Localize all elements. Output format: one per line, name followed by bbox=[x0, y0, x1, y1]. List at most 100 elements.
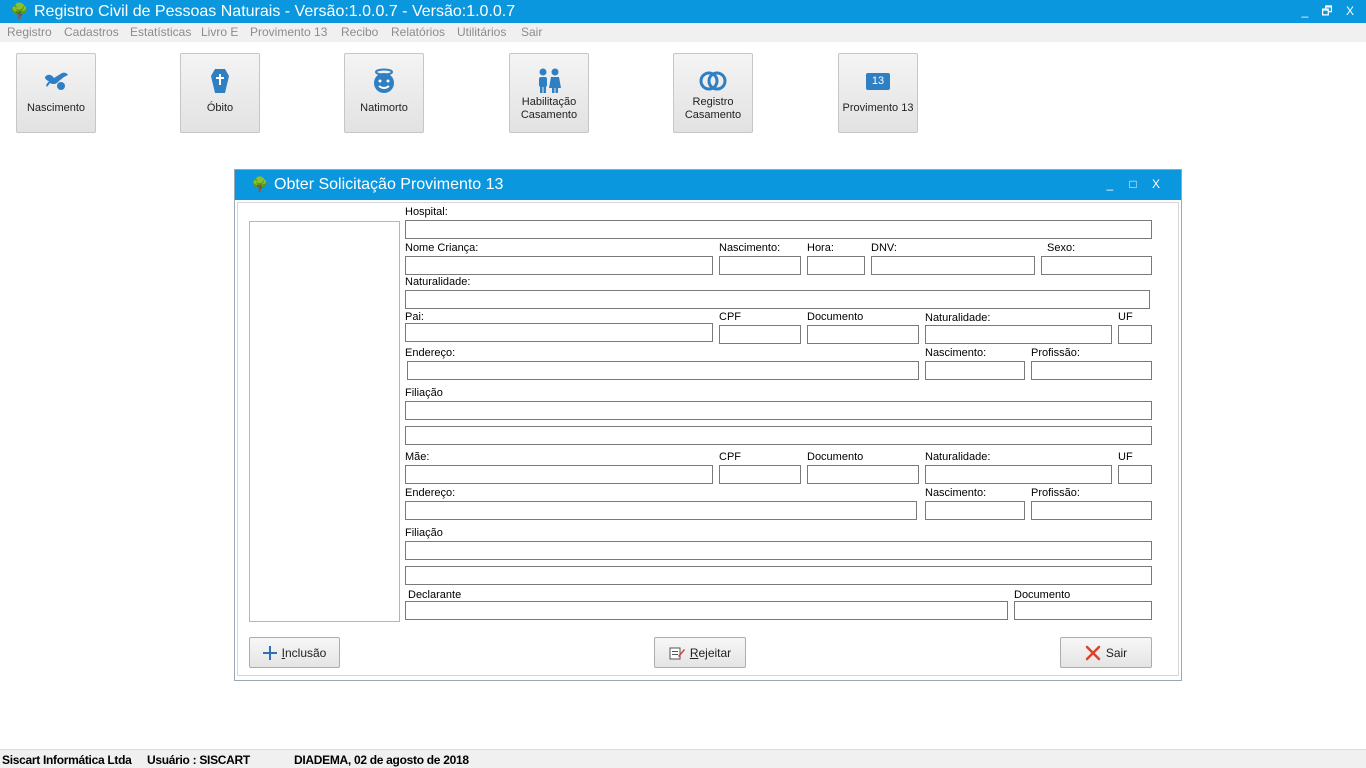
obito-label: Óbito bbox=[206, 102, 234, 114]
mae-nascimento-label: Nascimento: bbox=[925, 487, 987, 499]
pai-documento-label: Documento bbox=[807, 311, 864, 323]
nascimento-button[interactable]: Nascimento bbox=[16, 53, 96, 133]
plus-icon bbox=[262, 645, 277, 660]
window-title: Registro Civil de Pessoas Naturais - Ver… bbox=[34, 3, 516, 20]
nascimento-input[interactable] bbox=[719, 256, 801, 275]
mae-naturalidade-input[interactable] bbox=[925, 465, 1112, 484]
mae-endereco-input[interactable] bbox=[405, 501, 917, 520]
mae-nascimento-input[interactable] bbox=[925, 501, 1025, 520]
pai-cpf-input[interactable] bbox=[719, 325, 801, 344]
hospital-label: Hospital: bbox=[405, 206, 448, 218]
sexo-input[interactable] bbox=[1041, 256, 1152, 275]
menu-registro[interactable]: Registro bbox=[7, 25, 52, 39]
pai-endereco-input[interactable] bbox=[407, 361, 919, 380]
mae-filiacao-label: Filiação bbox=[405, 527, 443, 539]
rejeitar-button[interactable]: Rejeitar bbox=[654, 637, 746, 668]
dnv-label: DNV: bbox=[871, 242, 897, 254]
pai-nascimento-input[interactable] bbox=[925, 361, 1025, 380]
menu-bar: Registro Cadastros Estatísticas Livro E … bbox=[0, 23, 1366, 42]
mae-profissao-label: Profissão: bbox=[1031, 487, 1080, 499]
provimento-dialog: 🌳 Obter Solicitação Provimento 13 _ □ X … bbox=[234, 169, 1182, 681]
mae-profissao-input[interactable] bbox=[1031, 501, 1152, 520]
status-place-date: DIADEMA, 02 de agosto de 2018 bbox=[294, 753, 469, 767]
menu-relatorios[interactable]: Relatórios bbox=[391, 25, 445, 39]
coffin-icon bbox=[181, 68, 259, 94]
tree-logo-icon: 🌳 bbox=[251, 176, 269, 192]
dialog-maximize-button[interactable]: □ bbox=[1126, 177, 1140, 191]
mae-filiacao-1-input[interactable] bbox=[405, 541, 1152, 560]
mae-documento-input[interactable] bbox=[807, 465, 919, 484]
minimize-button[interactable]: _ bbox=[1297, 3, 1313, 19]
restore-button[interactable]: 🗗 bbox=[1319, 3, 1335, 19]
obito-button[interactable]: Óbito bbox=[180, 53, 260, 133]
inclusao-button[interactable]: Inclusão bbox=[249, 637, 340, 668]
hora-input[interactable] bbox=[807, 256, 865, 275]
mae-uf-label: UF bbox=[1118, 451, 1133, 463]
provimento-13-label: Provimento 13 bbox=[842, 102, 914, 114]
pai-filiacao-1-input[interactable] bbox=[405, 401, 1152, 420]
close-button[interactable]: X bbox=[1342, 3, 1358, 19]
dialog-minimize-button[interactable]: _ bbox=[1103, 177, 1117, 191]
natimorto-button[interactable]: Natimorto bbox=[344, 53, 424, 133]
mae-filiacao-2-input[interactable] bbox=[405, 566, 1152, 585]
mae-uf-input[interactable] bbox=[1118, 465, 1152, 484]
pai-filiacao-label: Filiação bbox=[405, 387, 443, 399]
provimento-13-button[interactable]: 13 Provimento 13 bbox=[838, 53, 918, 133]
menu-cadastros[interactable]: Cadastros bbox=[64, 25, 119, 39]
mae-label: Mãe: bbox=[405, 451, 430, 463]
hospital-input[interactable] bbox=[405, 220, 1152, 239]
menu-utilitarios[interactable]: Utilitários bbox=[457, 25, 506, 39]
pai-cpf-label: CPF bbox=[719, 311, 741, 323]
menu-livro-e[interactable]: Livro E bbox=[201, 25, 238, 39]
menu-provimento-13[interactable]: Provimento 13 bbox=[250, 25, 327, 39]
couple-icon bbox=[510, 68, 588, 94]
naturalidade-input[interactable] bbox=[405, 290, 1150, 309]
status-bar: Siscart Informática Ltda Usuário : SISCA… bbox=[0, 749, 1366, 768]
declarante-input[interactable] bbox=[405, 601, 1008, 620]
sair-button[interactable]: Sair bbox=[1060, 637, 1152, 668]
rejeitar-label: Rejeitar bbox=[689, 645, 732, 660]
status-user: Usuário : SISCART bbox=[147, 753, 250, 767]
natimorto-label: Natimorto bbox=[360, 102, 408, 114]
pai-naturalidade-input[interactable] bbox=[925, 325, 1112, 344]
declarante-documento-input[interactable] bbox=[1014, 601, 1152, 620]
registro-casamento-label: Registro Casamento bbox=[684, 96, 742, 121]
habilitacao-casamento-button[interactable]: Habilitação Casamento bbox=[509, 53, 589, 133]
edit-document-icon bbox=[669, 647, 685, 659]
sair-label: Sair bbox=[1105, 645, 1128, 660]
app-titlebar: 🌳 Registro Civil de Pessoas Naturais - V… bbox=[0, 0, 1366, 23]
mae-cpf-input[interactable] bbox=[719, 465, 801, 484]
dialog-close-button[interactable]: X bbox=[1149, 177, 1163, 191]
stork-icon bbox=[17, 68, 95, 94]
menu-estatisticas[interactable]: Estatísticas bbox=[130, 25, 191, 39]
calendar-13-icon: 13 bbox=[839, 68, 917, 94]
close-x-icon bbox=[1085, 645, 1101, 660]
pai-uf-label: UF bbox=[1118, 311, 1133, 323]
registro-casamento-button[interactable]: Registro Casamento bbox=[673, 53, 753, 133]
dialog-body: Hospital: Nome Criança: Nascimento: Hora… bbox=[237, 202, 1179, 676]
nascimento-label: Nascimento: bbox=[719, 242, 781, 254]
pai-uf-input[interactable] bbox=[1118, 325, 1152, 344]
mae-documento-label: Documento bbox=[807, 451, 864, 463]
pai-naturalidade-label: Naturalidade: bbox=[925, 312, 991, 324]
pai-documento-input[interactable] bbox=[807, 325, 919, 344]
mae-naturalidade-label: Naturalidade: bbox=[925, 451, 991, 463]
menu-recibo[interactable]: Recibo bbox=[341, 25, 378, 39]
tree-logo-icon: 🌳 bbox=[10, 3, 29, 20]
habilitacao-casamento-label: Habilitação Casamento bbox=[520, 96, 578, 121]
hora-label: Hora: bbox=[807, 242, 834, 254]
inclusao-label: Inclusão bbox=[281, 645, 327, 660]
solicitations-list[interactable] bbox=[249, 221, 400, 622]
mae-input[interactable] bbox=[405, 465, 713, 484]
mae-cpf-label: CPF bbox=[719, 451, 741, 463]
dialog-titlebar: 🌳 Obter Solicitação Provimento 13 _ □ X bbox=[235, 170, 1181, 200]
pai-input[interactable] bbox=[405, 323, 713, 342]
pai-profissao-label: Profissão: bbox=[1031, 347, 1080, 359]
pai-filiacao-2-input[interactable] bbox=[405, 426, 1152, 445]
nascimento-label: Nascimento bbox=[26, 102, 86, 114]
dnv-input[interactable] bbox=[871, 256, 1035, 275]
pai-profissao-input[interactable] bbox=[1031, 361, 1152, 380]
menu-sair[interactable]: Sair bbox=[521, 25, 542, 39]
nome-crianca-input[interactable] bbox=[405, 256, 713, 275]
nome-crianca-label: Nome Criança: bbox=[405, 242, 479, 254]
